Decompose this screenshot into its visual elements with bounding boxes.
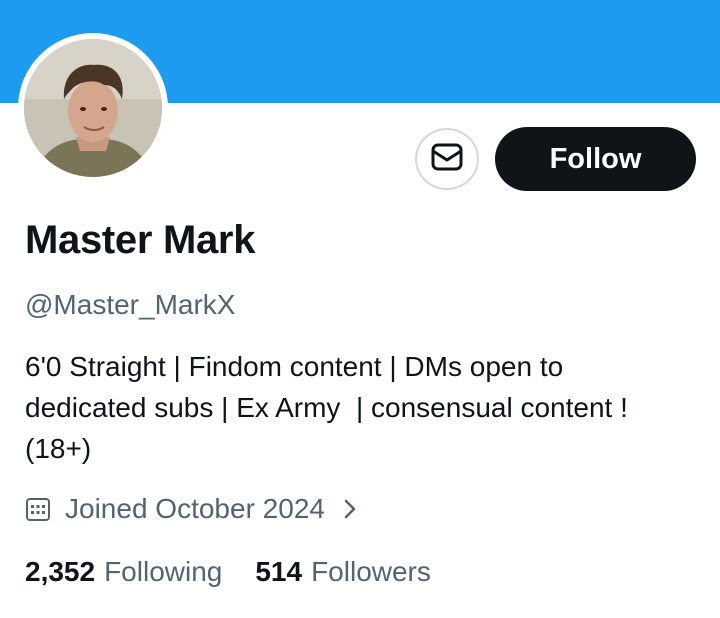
message-button[interactable] [415,128,479,190]
following-link[interactable]: 2,352 Following [25,556,222,588]
calendar-icon [25,496,51,522]
follow-button[interactable]: Follow [495,127,696,191]
followers-link[interactable]: 514 Followers [255,556,431,588]
envelope-icon [430,142,464,177]
avatar-photo [24,39,162,177]
chevron-right-icon [343,498,357,520]
followers-count: 514 [255,556,303,587]
followers-label: Followers [311,556,431,587]
display-name: Master Mark [25,218,256,262]
profile-avatar[interactable] [18,33,168,183]
joined-date-row[interactable]: Joined October 2024 [25,493,357,525]
following-label: Following [104,556,223,587]
follow-stats: 2,352 Following 514 Followers [25,556,464,588]
following-count: 2,352 [25,556,96,587]
joined-text: Joined October 2024 [65,493,325,524]
user-handle: @Master_MarkX [25,289,236,320]
profile-bio: 6'0 Straight | Findom content | DMs open… [25,351,628,464]
